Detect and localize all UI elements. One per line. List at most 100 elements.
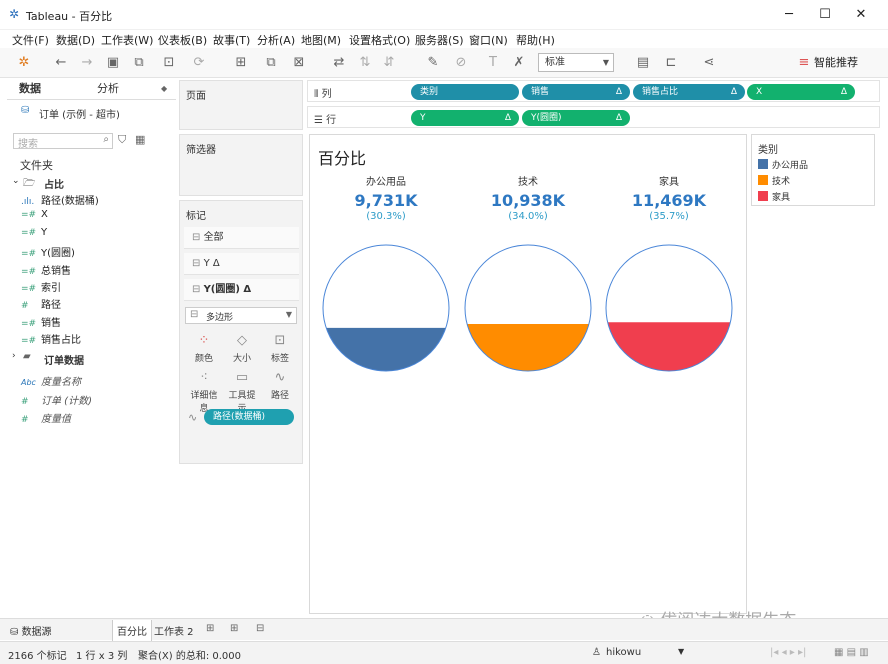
fix-axes-icon[interactable]: ✗ bbox=[508, 54, 530, 72]
menu-dashboard[interactable]: 仪表板(B) bbox=[158, 32, 207, 48]
menu-window[interactable]: 窗口(N) bbox=[469, 32, 508, 48]
fill-segment[interactable] bbox=[467, 324, 589, 372]
menu-format[interactable]: 设置格式(O) bbox=[349, 32, 410, 48]
page-nav-icon[interactable]: |◂ ◂ ▸ ▸| bbox=[770, 647, 806, 658]
percent-circles-chart[interactable] bbox=[310, 231, 746, 391]
field-item[interactable]: =# Y(圆圈) bbox=[21, 244, 75, 259]
fit-select[interactable]: 标准 ▼ bbox=[538, 53, 614, 72]
menu-server[interactable]: 服务器(S) bbox=[415, 32, 464, 48]
fill-segment[interactable] bbox=[607, 322, 731, 372]
detail-button[interactable]: ⁖ 详细信息 bbox=[188, 368, 220, 414]
chevron-right-icon[interactable]: › bbox=[12, 351, 16, 361]
menu-data[interactable]: 数据(D) bbox=[56, 32, 95, 48]
mark-type-select[interactable]: ⊟ 多边形 ▼ bbox=[185, 307, 297, 324]
tab-analysis[interactable]: 分析 bbox=[97, 80, 119, 98]
tab-sheet-percent[interactable]: 百分比 bbox=[112, 620, 152, 642]
tableau-home-icon[interactable]: ✲ bbox=[14, 54, 34, 72]
order-folder[interactable]: 订单数据 bbox=[44, 352, 84, 367]
label-button[interactable]: ⊡ 标签 bbox=[264, 331, 296, 365]
share-icon[interactable]: ⋖ bbox=[700, 54, 718, 72]
size-button[interactable]: ◇ 大小 bbox=[226, 331, 258, 365]
highlight-icon[interactable]: ✎ bbox=[422, 54, 444, 72]
marks-tab-ycircle[interactable]: ⊟ Y(圆圈) Δ bbox=[184, 279, 299, 301]
field-measure-names[interactable]: Abc 度量名称 bbox=[21, 373, 81, 388]
new-worksheet-icon[interactable]: ⊞ bbox=[206, 623, 214, 634]
chevron-down-icon[interactable]: ▼ bbox=[678, 647, 684, 656]
legend-title: 类别 bbox=[758, 145, 778, 156]
datasource-name[interactable]: 订单 (示例 - 超市) bbox=[39, 106, 120, 121]
new-worksheet-icon[interactable]: ⊞ bbox=[228, 54, 254, 72]
maximize-button[interactable]: ☐ bbox=[810, 4, 840, 26]
field-item[interactable]: .ılı. 路径(数据桶) bbox=[21, 192, 99, 207]
user-name[interactable]: hikowu bbox=[606, 647, 641, 658]
menu-analysis[interactable]: 分析(A) bbox=[257, 32, 295, 48]
menu-help[interactable]: 帮助(H) bbox=[516, 32, 555, 48]
field-item[interactable]: =# X bbox=[21, 209, 48, 220]
tooltip-button[interactable]: ▭工具提示 bbox=[226, 368, 258, 414]
field-item[interactable]: =# Y bbox=[21, 227, 47, 238]
pause-updates-icon[interactable]: ⊡ bbox=[156, 54, 182, 72]
field-order-count[interactable]: # 订单 (计数) bbox=[21, 392, 92, 407]
menu-map[interactable]: 地图(M) bbox=[301, 32, 341, 48]
worksheet-view[interactable]: 百分比 办公用品 9,731K (30.3%) 技术 10,938K (34.0%) 家具 1… bbox=[309, 134, 747, 614]
tab-sheet-2[interactable]: 工作表 2 bbox=[154, 623, 194, 638]
tab-data[interactable]: 数据 bbox=[19, 80, 41, 98]
close-button[interactable]: ✕ bbox=[846, 4, 876, 26]
menu-file[interactable]: 文件(F) bbox=[12, 32, 49, 48]
rows-shelf[interactable]: ☰ 行 YΔ Y(圆圈) Δ bbox=[307, 106, 880, 128]
field-item[interactable]: =# 总销售 bbox=[21, 262, 71, 277]
clear-sheet-icon[interactable]: ⊠ bbox=[286, 54, 312, 72]
filters-card[interactable]: 筛选器 bbox=[179, 134, 303, 196]
folder-name[interactable]: 占比 bbox=[44, 176, 64, 191]
legend-item[interactable]: 办公用品 bbox=[758, 159, 808, 172]
show-me-icon[interactable]: ≡ bbox=[798, 54, 810, 72]
pages-card[interactable]: 页面 bbox=[179, 80, 303, 130]
path-button[interactable]: ∿ 路径 bbox=[264, 368, 296, 402]
save-icon[interactable]: ▣ bbox=[104, 54, 122, 72]
new-story-icon[interactable]: ⊟ bbox=[256, 623, 264, 634]
show-cards-icon[interactable]: ▤ bbox=[628, 54, 658, 72]
refresh-icon[interactable]: ⟳ bbox=[186, 54, 212, 72]
field-measure-values[interactable]: # 度量值 bbox=[21, 410, 71, 425]
column-pill-x[interactable]: XΔ bbox=[747, 84, 855, 100]
marks-tab-all[interactable]: ⊟ 全部 bbox=[184, 227, 299, 249]
path-pill[interactable]: 路径(数据桶) bbox=[204, 409, 294, 425]
forward-icon[interactable]: → bbox=[78, 54, 96, 72]
duplicate-icon[interactable]: ⧉ bbox=[262, 54, 280, 72]
group-icon[interactable]: ⊘ bbox=[450, 54, 472, 72]
back-icon[interactable]: ← bbox=[52, 54, 70, 72]
swap-icon[interactable]: ⇄ bbox=[330, 54, 348, 72]
menu-story[interactable]: 故事(T) bbox=[213, 32, 250, 48]
field-item[interactable]: # 路径 bbox=[21, 296, 61, 311]
field-item[interactable]: =# 销售占比 bbox=[21, 331, 81, 346]
column-pill-sales[interactable]: 销售 Δ bbox=[522, 84, 630, 100]
filter-icon[interactable]: ⛉ bbox=[118, 133, 126, 147]
menu-worksheet[interactable]: 工作表(W) bbox=[101, 32, 153, 48]
label-icon[interactable]: T bbox=[484, 54, 502, 72]
legend-item[interactable]: 技术 bbox=[758, 175, 790, 188]
marks-tab-y[interactable]: ⊟ Y Δ bbox=[184, 253, 299, 275]
minimize-button[interactable]: ─ bbox=[774, 4, 804, 26]
column-pill-sales-pct[interactable]: 销售占比 Δ bbox=[633, 84, 745, 100]
search-input[interactable]: 搜索 ⌕ bbox=[13, 133, 113, 150]
new-datasource-icon[interactable]: ⧉ bbox=[130, 54, 148, 72]
legend-item[interactable]: 家具 bbox=[758, 191, 790, 204]
tab-datasource[interactable]: ⛁ 数据源 bbox=[10, 623, 52, 638]
pane-menu-icon[interactable]: ◆ bbox=[161, 80, 167, 98]
sort-asc-icon[interactable]: ⇅ bbox=[356, 54, 374, 72]
chevron-down-icon[interactable]: ⌄ bbox=[12, 176, 20, 186]
fill-segment[interactable] bbox=[326, 327, 446, 371]
row-pill-y[interactable]: YΔ bbox=[411, 110, 519, 126]
row-pill-ycircle[interactable]: Y(圆圈) Δ bbox=[522, 110, 630, 126]
new-dashboard-icon[interactable]: ⊞ bbox=[230, 623, 238, 634]
view-options-icon[interactable]: ▦ bbox=[135, 133, 145, 146]
grid-view-icon[interactable]: ▦ ▤ ▥ bbox=[834, 647, 869, 658]
sort-desc-icon[interactable]: ⇵ bbox=[380, 54, 398, 72]
field-item[interactable]: =# 索引 bbox=[21, 279, 61, 294]
presentation-icon[interactable]: ⊏ bbox=[662, 54, 680, 72]
column-pill-category[interactable]: 类别 bbox=[411, 84, 519, 100]
columns-shelf[interactable]: ⦀ 列 类别 销售 Δ 销售占比 Δ XΔ bbox=[307, 80, 880, 102]
color-button[interactable]: ⁘ 颜色 bbox=[188, 331, 220, 365]
field-item[interactable]: =# 销售 bbox=[21, 314, 61, 329]
smart-recommend-button[interactable]: 智能推荐 bbox=[814, 54, 858, 70]
